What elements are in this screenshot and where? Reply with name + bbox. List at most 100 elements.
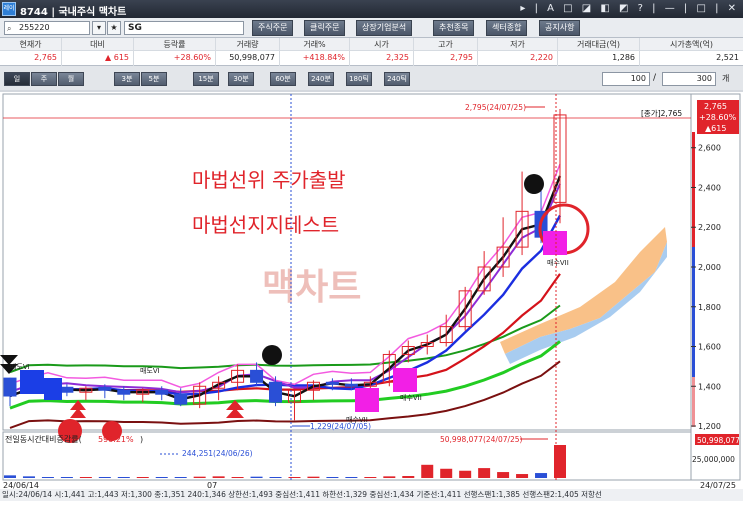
sector-overview-button[interactable]: 섹터종합 (486, 20, 528, 36)
y-tick-label: 1,200 (698, 422, 721, 431)
current-price-rate: +28.60% (699, 113, 737, 122)
volume-high-label: 50,998,077(24/07/25) (440, 435, 523, 444)
period-60min-tab[interactable]: 60분 (270, 72, 296, 86)
quote-col-price: 현재가 2,765 (0, 38, 62, 66)
favorite-star-icon[interactable]: ★ (107, 21, 121, 35)
buy-signal-square (355, 388, 379, 412)
quote-value: ▲ 615 (105, 53, 129, 62)
volume-bar (4, 475, 16, 478)
quote-header: 대비 (62, 38, 133, 51)
period-240tick-tab[interactable]: 240틱 (384, 72, 410, 86)
volume-bar (136, 477, 149, 478)
company-analysis-button[interactable]: 상장기업분석 (356, 20, 413, 36)
x-axis-label: 24/07/25 (700, 481, 736, 489)
volume-bar (478, 468, 491, 478)
quote-header: 저가 (478, 38, 557, 51)
black-circle-marker (262, 345, 282, 365)
candle-body (174, 393, 188, 405)
quote-col-volume-pct: 거래% +418.84% (280, 38, 350, 66)
period-3min-tab[interactable]: 3분 (114, 72, 140, 86)
quote-value: 50,998,077 (229, 53, 275, 62)
period-180tick-tab[interactable]: 180틱 (346, 72, 372, 86)
view-count-input[interactable]: 100 (602, 72, 650, 86)
buy-signal-square (393, 368, 417, 392)
title-bar: 레이 8744 | 국내주식 맥차트 ▸ | A □ ◪ ◧ ◩ ? | — |… (0, 0, 743, 18)
volume-bar (364, 477, 377, 478)
quote-header: 시가총액(억) (640, 38, 743, 51)
dropdown-button[interactable]: ▾ (92, 21, 106, 35)
volume-bar (22, 476, 35, 478)
signal-label: 매도VI (140, 367, 160, 375)
candle-body (117, 389, 131, 395)
period-30min-tab[interactable]: 30분 (228, 72, 254, 86)
volume-bar (231, 477, 244, 478)
high-price-label: 2,795(24/07/25) (465, 103, 526, 112)
quote-header: 현재가 (0, 38, 61, 51)
overlay-text-1: 마법선위 주가출발 (192, 168, 346, 192)
volume-bar (193, 476, 206, 478)
close-price-tag: [종가]2,765 (641, 109, 682, 118)
volume-bar (459, 470, 472, 478)
quote-header: 거래대금(억) (558, 38, 639, 51)
notices-button[interactable]: 공지사항 (539, 20, 581, 36)
stock-code-value: 255220 (19, 23, 50, 32)
quote-header: 거래량 (216, 38, 279, 51)
quote-header: 등락률 (134, 38, 215, 51)
period-240min-tab[interactable]: 240분 (308, 72, 334, 86)
stock-name-field[interactable]: SG (124, 21, 244, 35)
period-5min-tab[interactable]: 5분 (141, 72, 167, 86)
volume-bar (402, 476, 415, 478)
volume-title-close: ) (140, 435, 143, 444)
candle-body (250, 369, 264, 383)
stock-order-button[interactable]: 주식주문 (252, 20, 294, 36)
quote-col-rate: 등락률 +28.60% (134, 38, 216, 66)
quote-col-high: 고가 2,795 (414, 38, 478, 66)
period-day-tab[interactable]: 일 (4, 72, 30, 86)
volume-bar (155, 477, 168, 478)
price-chart[interactable]: 마법선위 주가출발 마법선지지테스트 맥차트 매도VI 매도VI 매수VII 매… (0, 92, 743, 513)
quote-value: 2,795 (450, 53, 473, 62)
volume-rate: 596.21% (98, 435, 134, 444)
volume-bar (383, 476, 396, 478)
click-order-button[interactable]: 클릭주문 (304, 20, 346, 36)
period-month-tab[interactable]: 월 (58, 72, 84, 86)
quote-header: 시가 (350, 38, 413, 51)
period-week-tab[interactable]: 주 (31, 72, 57, 86)
black-circle-marker (524, 174, 544, 194)
quote-value: 2,765 (34, 53, 57, 62)
quote-value: 1,286 (612, 53, 635, 62)
buy-signal-square (543, 231, 567, 255)
total-count-input[interactable]: 300 (662, 72, 716, 86)
candle-body (3, 377, 17, 397)
volume-low-label: 244,251(24/06/26) (182, 449, 253, 458)
volume-bar (497, 472, 510, 478)
count-separator: / (653, 73, 657, 83)
candle-body (155, 389, 169, 395)
status-bar: 일시:24/06/14 시:1,441 고:1,443 저:1,300 종:1,… (0, 489, 743, 501)
candle-body (325, 381, 339, 385)
quote-col-change: 대비 ▲ 615 (62, 38, 134, 66)
count-unit: 개 (722, 74, 730, 83)
volume-bar (421, 464, 434, 478)
window-controls[interactable]: ▸ | A □ ◪ ◧ ◩ ? | — | □ | ✕ (520, 3, 739, 14)
volume-bar (174, 477, 187, 478)
current-price-change: ▲615 (705, 124, 726, 133)
quote-value: 2,521 (716, 53, 739, 62)
quote-col-low: 저가 2,220 (478, 38, 558, 66)
volume-bar (212, 476, 225, 478)
volume-bar (326, 477, 339, 478)
recommended-stocks-button[interactable]: 추천종목 (433, 20, 475, 36)
quote-value: 2,220 (530, 53, 553, 62)
volume-bar (117, 477, 130, 478)
volume-bar (60, 477, 73, 478)
quote-col-turnover: 거래대금(억) 1,286 (558, 38, 640, 66)
y-tick-label: 2,400 (698, 183, 721, 192)
candle-body (98, 386, 112, 391)
price-chart-svg[interactable]: 마법선위 주가출발 마법선지지테스트 맥차트 매도VI 매도VI 매수VII 매… (0, 92, 743, 490)
period-15min-tab[interactable]: 15분 (193, 72, 219, 86)
stock-code-input[interactable]: ⌕ 255220 (4, 21, 90, 35)
search-icon[interactable]: ⌕ (7, 23, 11, 35)
volume-bar (440, 468, 453, 478)
low-price-label: 1,229(24/07/05) (310, 422, 371, 431)
quote-value: +28.60% (173, 53, 211, 62)
